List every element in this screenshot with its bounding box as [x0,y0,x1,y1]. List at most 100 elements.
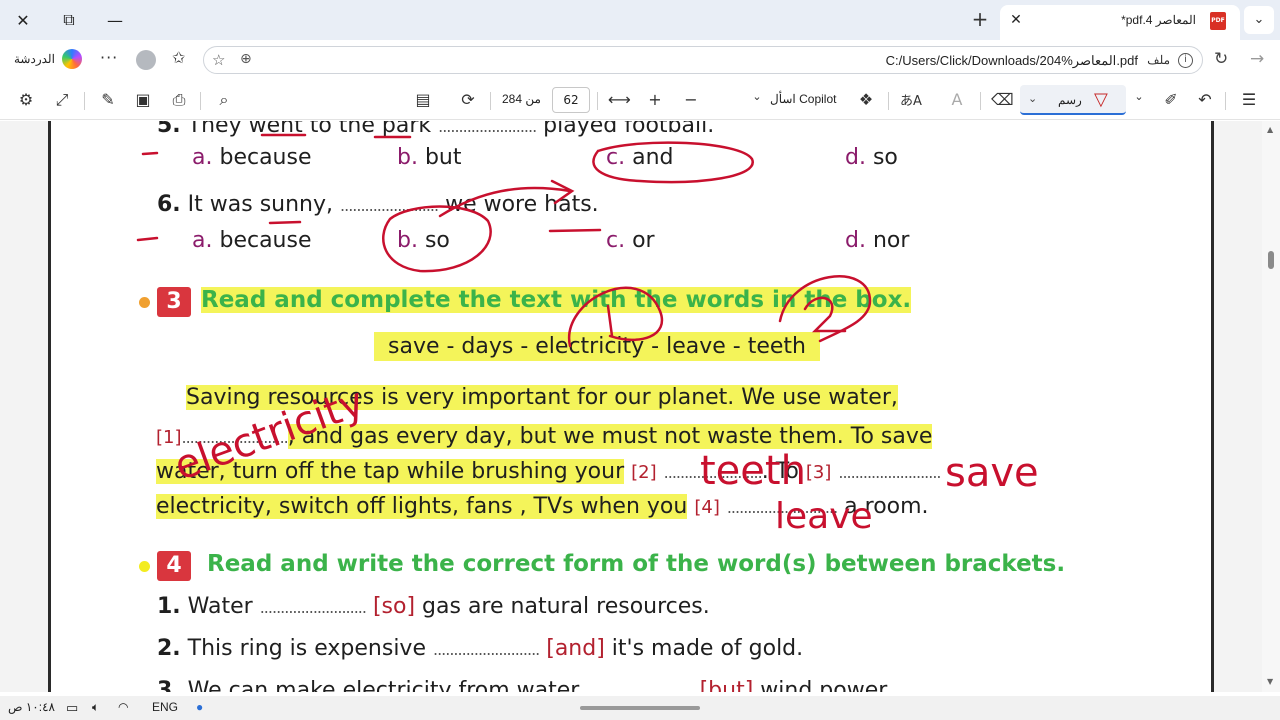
address-field[interactable]: ☆ ⊕ C:/Users/Click/Downloads/204%المعاصر… [203,46,1203,74]
language-indicator[interactable]: ENG [152,700,178,714]
add-favorite-icon[interactable]: ☆ [212,51,225,69]
ask-copilot-button[interactable]: اسأل Copilot [770,92,836,106]
copilot-icon[interactable]: ❖ [855,90,877,109]
copilot-icon[interactable] [62,49,82,69]
title-bar: ✕ ⧉ — + ✕ المعاصر 4.pdf* PDF ⌄ [0,0,1280,40]
tab-close-button[interactable]: ✕ [1006,10,1026,30]
plus-icon: + [971,7,989,31]
toolbar-divider [490,92,491,110]
section-4-badge: 4 [157,551,191,581]
page-count-label: من 284 [502,92,541,106]
read-aloud-icon[interactable]: A [946,90,968,109]
q5-option-c: c. and [606,145,674,170]
section-bullet [139,297,150,308]
undo-icon[interactable]: ↶ [1194,90,1216,109]
minimize-icon: — [107,10,123,30]
clock[interactable]: ١٠:٤٨ ص [8,700,55,714]
section-bullet [139,561,150,572]
active-tab[interactable]: ✕ المعاصر 4.pdf* PDF [1000,5,1240,40]
reload-icon[interactable]: ↻ [1214,49,1228,69]
volume-icon[interactable]: 🔈︎ [92,700,99,715]
forward-icon[interactable]: → [1250,49,1264,69]
s4-item-2: 2. This ring is expensive ..............… [157,636,804,661]
highlight-icon[interactable]: ✐ [1160,90,1182,109]
toolbar-divider [200,92,201,110]
url-text: C:/Users/Click/Downloads/204%المعاصر.pdf [885,53,1138,68]
favorites-icon[interactable]: ✩ [172,48,185,67]
section-3-badge: 3 [157,287,191,317]
new-tab-button[interactable]: + [968,8,992,32]
zoom-in-icon[interactable]: + [644,90,666,109]
q6-option-d: d. nor [845,228,910,253]
minimize-window-button[interactable]: — [100,6,130,34]
search-icon[interactable]: ⌕ [213,90,235,110]
site-info-icon[interactable]: i [1178,53,1193,68]
q5-option-d: d. so [845,145,898,170]
chevron-down-icon[interactable]: ⌄ [746,90,768,103]
q5-option-a: a. because [192,145,312,170]
toolbar-divider [84,92,85,110]
scroll-down-icon[interactable]: ▼ [1267,677,1273,686]
print-icon[interactable]: ⎙ [168,90,190,110]
tab-actions-button[interactable]: ⌄ [1244,6,1274,34]
file-scheme-label: ملف [1147,53,1170,67]
translate-icon[interactable]: あA [900,90,922,109]
restore-window-button[interactable]: ⧉ [54,6,84,34]
paragraph-line-1: Saving resources is very important for o… [186,385,898,410]
zoom-icon[interactable]: ⊕ [240,51,252,67]
battery-icon[interactable]: ▭ [66,700,78,716]
chevron-down-icon[interactable]: ⌄ [1028,92,1037,105]
draw-tool-button[interactable]: ⌄ رسم ▽ [1020,85,1126,115]
close-window-button[interactable]: ✕ [8,6,38,34]
taskbar: ١٠:٤٨ ص ▭ 🔈︎ ◠ ENG ● [0,696,1280,720]
profile-avatar[interactable] [136,50,156,70]
s4-item-1: 1. Water .......................... [so]… [157,594,710,619]
tab-title: المعاصر 4.pdf* [1121,13,1196,27]
pdf-toolbar: ⚙ ⤢ ✎ ▣ ⎙ ⌕ ▤ ⟳ من 284 62 ⟷ + − ⌄ اسأل C… [0,80,1280,120]
zoom-out-icon[interactable]: − [680,90,702,109]
paragraph-line-2: [1].........................., and gas e… [156,424,933,449]
paragraph-line-3: water, turn off the tap while brushing y… [156,459,942,484]
chevron-down-icon[interactable]: ⌄ [1128,90,1150,103]
eraser-icon[interactable]: ⌫ [991,90,1014,109]
q6-option-a: a. because [192,228,312,253]
question-5: 5. They went to the park ...............… [157,121,715,138]
q6-option-b: b. so [397,228,450,253]
scroll-thumb[interactable] [1268,251,1274,269]
wifi-icon[interactable]: ◠ [118,700,128,714]
paragraph-line-4: electricity, switch off lights, fans , T… [156,494,929,519]
rotate-icon[interactable]: ⟳ [457,90,479,109]
chat-button-label[interactable]: الدردشة [14,52,55,66]
toolbar-divider [597,92,598,110]
s4-item-3: 3. We can make electricity from water ..… [157,678,893,692]
word-box: save - days - electricity - leave - teet… [374,332,820,361]
section-3-heading: Read and complete the text with the word… [201,287,912,313]
toolbar-divider [1225,92,1226,110]
pen-icon: ▽ [1094,89,1108,110]
taskbar-handle[interactable] [580,706,700,710]
contents-icon[interactable]: ☰ [1238,90,1260,109]
page-view-icon[interactable]: ▤ [412,90,434,109]
scroll-up-icon[interactable]: ▲ [1267,125,1273,134]
pdf-viewer[interactable]: 5. They went to the park ...............… [0,121,1262,692]
settings-gear-icon[interactable]: ⚙ [15,90,37,109]
microphone-icon[interactable]: ● [196,700,203,714]
vertical-scrollbar[interactable]: ▲ ▼ [1262,121,1280,692]
close-icon: ✕ [1010,12,1022,28]
page-number-input[interactable]: 62 [552,87,590,113]
fit-width-icon[interactable]: ⟷ [608,90,631,109]
section-4-heading: Read and write the correct form of the w… [207,551,1066,577]
save-icon[interactable]: ▣ [132,90,154,109]
toolbar-divider [888,92,889,110]
pdf-file-icon: PDF [1210,12,1226,30]
fullscreen-icon[interactable]: ⤢ [51,90,73,110]
q6-option-c: c. or [606,228,655,253]
toolbar-divider [980,92,981,110]
restore-icon: ⧉ [63,10,75,29]
chevron-down-icon: ⌄ [1253,12,1265,27]
more-options-icon[interactable]: ··· [100,48,118,67]
close-icon: ✕ [16,10,30,30]
edit-pdf-icon[interactable]: ✎ [97,90,119,109]
question-6: 6. It was sunny, .......................… [157,192,599,217]
address-bar-row: الدردشة ··· ✩ ☆ ⊕ C:/Users/Click/Downloa… [0,40,1280,80]
